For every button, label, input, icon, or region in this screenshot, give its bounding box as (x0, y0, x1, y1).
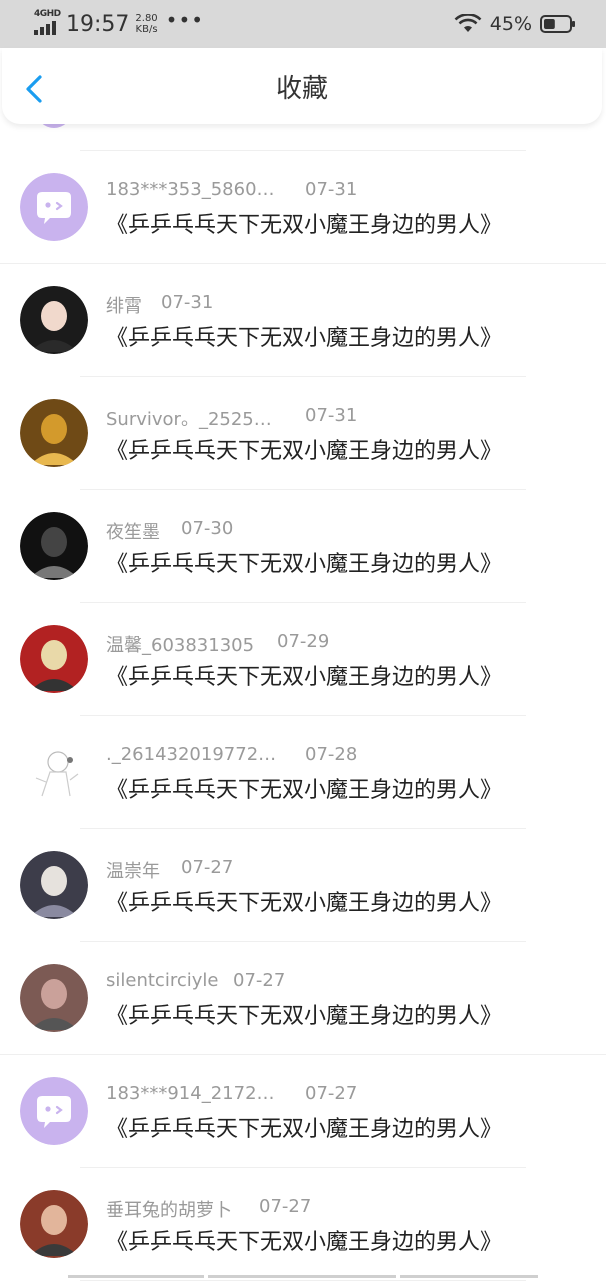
more-notifications-icon: ••• (165, 8, 205, 32)
item-date: 07-27 (233, 970, 286, 991)
item-meta: 183***914_2172… 07-27 (106, 1083, 526, 1105)
network-speed: 2.80 KB/s (135, 13, 157, 35)
list-item[interactable]: 绯霄 07-31 《乒乒乓乓天下无双小魔王身边的男人》 (0, 264, 606, 377)
back-button[interactable] (20, 74, 50, 104)
item-content[interactable]: 《乒乒乓乓天下无双小魔王身边的男人》 (106, 546, 502, 578)
item-content[interactable]: 《乒乒乓乓天下无双小魔王身边的男人》 (106, 433, 502, 465)
speed-value: 2.80 (135, 13, 158, 24)
item-meta: 垂耳兔的胡萝卜 07-27 (106, 1196, 526, 1221)
item-meta: silentcirciyle 07-27 (106, 970, 526, 992)
avatar[interactable] (20, 1077, 88, 1145)
avatar[interactable] (20, 964, 88, 1032)
avatar[interactable] (20, 399, 88, 467)
item-content[interactable]: 《乒乒乓乓天下无双小魔王身边的男人》 (106, 772, 502, 804)
item-date: 07-27 (181, 857, 234, 878)
list-item[interactable]: 温馨_603831305 07-29 《乒乒乓乓天下无双小魔王身边的男人》 (0, 603, 606, 716)
list-item[interactable]: 183***353_5860… 07-31 《乒乒乓乓天下无双小魔王身边的男人》 (0, 151, 606, 264)
battery-percent: 45% (489, 13, 532, 35)
avatar[interactable] (20, 625, 88, 693)
avatar[interactable] (20, 512, 88, 580)
battery-icon (540, 15, 575, 33)
item-meta: ._261432019772… 07-28 (106, 744, 526, 766)
item-date: 07-29 (277, 631, 330, 652)
status-bar-right: 45% (454, 13, 576, 35)
user-name[interactable]: 温馨_603831305 (106, 631, 254, 657)
item-content[interactable]: 《乒乒乓乓天下无双小魔王身边的男人》 (106, 207, 502, 239)
item-meta: 183***353_5860… 07-31 (106, 179, 526, 201)
user-name[interactable]: Survivor。_2525… (106, 405, 272, 431)
wifi-icon (454, 14, 482, 32)
speed-unit: KB/s (135, 24, 158, 35)
item-meta: 绯霄 07-31 (106, 292, 526, 317)
user-name[interactable]: 183***353_5860… (106, 179, 275, 200)
user-name[interactable]: 温崇年 (106, 857, 160, 883)
user-name[interactable]: 183***914_2172… (106, 1083, 275, 1104)
list-item[interactable]: Survivor。_2525… 07-31 《乒乒乓乓天下无双小魔王身边的男人》 (0, 377, 606, 490)
item-content[interactable]: 《乒乒乓乓天下无双小魔王身边的男人》 (106, 659, 502, 691)
item-date: 07-28 (305, 744, 358, 765)
item-content[interactable]: 《乒乒乓乓天下无双小魔王身边的男人》 (106, 998, 502, 1030)
user-name[interactable]: 垂耳兔的胡萝卜 (106, 1196, 232, 1222)
chevron-left-icon (26, 75, 42, 103)
avatar[interactable] (20, 738, 88, 806)
item-date: 07-31 (161, 292, 214, 313)
item-content[interactable]: 《乒乒乓乓天下无双小魔王身边的男人》 (106, 1224, 502, 1256)
item-content[interactable]: 《乒乒乓乓天下无双小魔王身边的男人》 (106, 1111, 502, 1143)
avatar[interactable] (20, 851, 88, 919)
page-title: 收藏 (275, 73, 328, 104)
item-meta: Survivor。_2525… 07-31 (106, 405, 526, 430)
item-date: 07-30 (181, 518, 234, 539)
status-time: 19:57 (66, 11, 130, 37)
list-item[interactable]: ._261432019772… 07-28 《乒乒乓乓天下无双小魔王身边的男人》 (0, 716, 606, 829)
avatar[interactable] (20, 173, 88, 241)
status-bar-left: 4GHD 19:57 2.80 KB/s ••• (32, 8, 205, 37)
user-name[interactable]: 夜笙墨 (106, 518, 160, 544)
bottom-bar (0, 1274, 606, 1280)
list-item[interactable]: silentcirciyle 07-27 《乒乒乓乓天下无双小魔王身边的男人》 (0, 942, 606, 1055)
item-meta: 温崇年 07-27 (106, 857, 526, 882)
avatar[interactable] (20, 1190, 88, 1258)
list-item[interactable]: 183***914_2172… 07-27 《乒乒乓乓天下无双小魔王身边的男人》 (0, 1055, 606, 1168)
avatar[interactable] (20, 286, 88, 354)
signal-icon: 4GHD (32, 9, 61, 37)
list-item[interactable]: 温崇年 07-27 《乒乒乓乓天下无双小魔王身边的男人》 (0, 829, 606, 942)
item-date: 07-31 (305, 405, 358, 426)
item-date: 07-27 (259, 1196, 312, 1217)
network-type: 4GHD (34, 9, 61, 19)
item-meta: 温馨_603831305 07-29 (106, 631, 526, 656)
user-name[interactable]: silentcirciyle (106, 970, 218, 991)
list-item[interactable]: 垂耳兔的胡萝卜 07-27 《乒乒乓乓天下无双小魔王身边的男人》 (0, 1168, 606, 1281)
status-bar: 4GHD 19:57 2.80 KB/s ••• 45% (0, 0, 606, 48)
item-content[interactable]: 《乒乒乓乓天下无双小魔王身边的男人》 (106, 885, 502, 917)
list-item[interactable]: 夜笙墨 07-30 《乒乒乓乓天下无双小魔王身边的男人》 (0, 490, 606, 603)
user-name[interactable]: 绯霄 (106, 292, 142, 318)
item-meta: 夜笙墨 07-30 (106, 518, 526, 543)
user-name[interactable]: ._261432019772… (106, 744, 276, 765)
item-date: 07-31 (305, 179, 358, 200)
nav-bar: 收藏 (2, 48, 602, 124)
item-content[interactable]: 《乒乒乓乓天下无双小魔王身边的男人》 (106, 320, 502, 352)
item-date: 07-27 (305, 1083, 358, 1104)
